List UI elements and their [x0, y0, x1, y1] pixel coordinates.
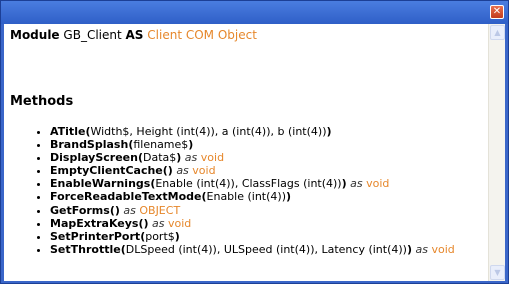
method-return-type: void [168, 216, 192, 230]
method-as-keyword: as [415, 242, 428, 256]
content-pane: Module GB_Client AS Client COM Object Me… [4, 24, 505, 281]
method-name[interactable]: GetForms [50, 204, 110, 217]
method-params: Data$ [143, 151, 177, 165]
method-close-paren: ) [341, 177, 347, 191]
method-close-paren: ) [114, 203, 120, 217]
method-as-keyword: as [184, 151, 198, 165]
method-close-paren: ) [174, 229, 180, 243]
method-as-keyword: as [176, 164, 189, 178]
method-item: SetThrottle(DLSpeed (int(4)), ULSpeed (i… [50, 243, 455, 256]
method-item: ATitle(Width$, Height (int(4)), a (int(4… [50, 125, 455, 138]
method-params: Enable (int(4)), ClassFlags (int(4)) [155, 177, 342, 191]
method-name[interactable]: EmptyClientCache [50, 164, 163, 177]
module-name: GB_Client [63, 28, 122, 42]
method-item: EnableWarnings(Enable (int(4)), ClassFla… [50, 177, 455, 190]
method-as-keyword: as [350, 177, 363, 191]
method-close-paren: ) [286, 190, 292, 204]
method-name[interactable]: MapExtraKeys [50, 217, 138, 230]
method-item: SetPrinterPort(port$) [50, 230, 455, 243]
method-params: Width$, Height (int(4)), a (int(4)), b (… [90, 125, 327, 138]
module-type: Client COM Object [147, 28, 257, 42]
method-name[interactable]: EnableWarnings [50, 177, 150, 190]
method-params: filename$ [133, 138, 189, 152]
method-item: EmptyClientCache() as void [50, 164, 455, 177]
method-item: BrandSplash(filename$) [50, 138, 455, 151]
method-params: port$ [145, 229, 175, 243]
method-return-type: void [200, 151, 225, 165]
method-close-paren: ) [143, 216, 149, 230]
module-keyword: Module [10, 28, 60, 42]
method-item: GetForms() as OBJECT [50, 204, 455, 217]
close-icon: ✕ [492, 6, 502, 17]
method-params: Enable (int(4)) [206, 190, 286, 204]
method-return-type: void [366, 177, 390, 191]
method-name[interactable]: SetPrinterPort [50, 230, 140, 243]
module-header: Module GB_Client AS Client COM Object [10, 28, 257, 42]
method-as-keyword: as [123, 203, 136, 217]
method-item: DisplayScreen(Data$) as void [50, 151, 455, 164]
methods-list: ATitle(Width$, Height (int(4)), a (int(4… [4, 125, 455, 256]
method-name[interactable]: ForceReadableTextMode [50, 190, 201, 203]
method-return-type: void [192, 164, 216, 178]
method-close-paren: ) [326, 125, 332, 138]
method-name[interactable]: SetThrottle [50, 243, 121, 256]
scroll-down-button[interactable]: ▼ [490, 265, 505, 280]
scroll-area: Module GB_Client AS Client COM Object Me… [4, 24, 488, 281]
title-bar[interactable]: ✕ [1, 1, 508, 24]
method-return-type: OBJECT [139, 203, 181, 217]
scroll-up-button[interactable]: ▲ [490, 25, 505, 40]
method-item: ForceReadableTextMode(Enable (int(4))) [50, 190, 455, 203]
method-return-type: void [431, 242, 455, 256]
as-keyword: AS [125, 28, 144, 42]
method-name[interactable]: ATitle [50, 125, 85, 138]
method-name[interactable]: BrandSplash [50, 138, 128, 151]
scroll-up-icon: ▲ [494, 28, 501, 37]
method-item: MapExtraKeys() as void [50, 217, 455, 230]
vertical-scrollbar[interactable]: ▲ ▼ [488, 24, 505, 281]
method-close-paren: ) [188, 138, 194, 152]
dialog-window: ✕ Module GB_Client AS Client COM Object … [0, 0, 509, 284]
method-as-keyword: as [152, 216, 165, 230]
close-button[interactable]: ✕ [490, 5, 504, 19]
method-close-paren: ) [167, 164, 173, 178]
method-name[interactable]: DisplayScreen [50, 151, 138, 164]
method-close-paren: ) [406, 242, 412, 256]
method-params: DLSpeed (int(4)), ULSpeed (int(4)), Late… [125, 242, 407, 256]
scroll-down-icon: ▼ [494, 268, 501, 277]
methods-heading: Methods [10, 94, 74, 109]
method-close-paren: ) [176, 151, 182, 165]
